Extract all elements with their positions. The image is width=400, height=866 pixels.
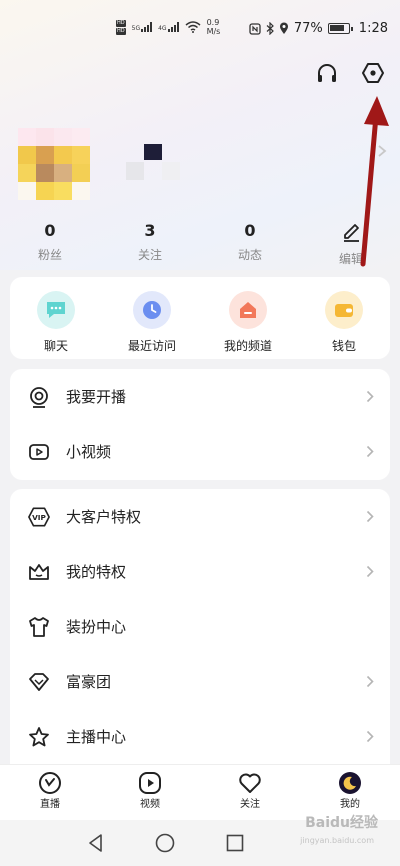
pencil-icon bbox=[344, 224, 359, 242]
chevron-right-icon[interactable] bbox=[376, 144, 388, 158]
chevron-right-icon bbox=[366, 390, 374, 403]
video-icon bbox=[28, 441, 50, 463]
signal-icon bbox=[141, 22, 153, 32]
chevron-right-icon bbox=[366, 675, 374, 688]
quick-action-chat[interactable]: 聊天 bbox=[16, 291, 96, 354]
hd-badge: HD bbox=[116, 19, 126, 27]
menu-item-vip[interactable]: VIP 大客户特权 bbox=[10, 489, 390, 544]
network-speed: 0.9 M/s bbox=[206, 18, 221, 36]
shirt-icon bbox=[28, 616, 50, 638]
stat-label: 粉丝 bbox=[37, 248, 62, 262]
location-icon bbox=[279, 22, 288, 34]
edit-profile-button[interactable]: 编辑 bbox=[326, 220, 376, 268]
edit-label: 编辑 bbox=[338, 252, 363, 266]
menu-item-label: 主播中心 bbox=[66, 728, 127, 746]
menu-item-rich-group[interactable]: 富豪团 bbox=[10, 654, 390, 709]
menu-item-label: 小视频 bbox=[66, 443, 112, 461]
nfc-icon bbox=[249, 22, 261, 35]
menu-item-privileges[interactable]: 我的特权 bbox=[10, 544, 390, 599]
chevron-right-icon bbox=[366, 510, 374, 523]
star-icon bbox=[28, 726, 50, 748]
clock-time: 1:28 bbox=[358, 21, 388, 36]
recents-icon[interactable] bbox=[224, 832, 246, 854]
stat-value: 0 bbox=[44, 221, 56, 240]
nav-label: 我的 bbox=[340, 799, 360, 810]
broadcast-icon bbox=[28, 386, 50, 408]
header-actions bbox=[314, 60, 386, 86]
menu-group-1: 我要开播 小视频 bbox=[10, 369, 390, 480]
menu-item-broadcast[interactable]: 我要开播 bbox=[10, 369, 390, 424]
bluetooth-icon bbox=[266, 22, 274, 35]
wallet-icon bbox=[325, 291, 363, 329]
nav-live[interactable]: 直播 bbox=[20, 771, 80, 811]
battery-icon bbox=[327, 23, 353, 34]
battery-percent: 77% bbox=[293, 21, 323, 36]
menu-item-label: 我的特权 bbox=[66, 563, 127, 581]
watermark: Baidu经验 bbox=[305, 815, 378, 831]
settings-icon[interactable] bbox=[360, 60, 386, 86]
nav-video[interactable]: 视频 bbox=[120, 771, 180, 811]
crown-icon bbox=[28, 561, 50, 583]
diamond-icon bbox=[28, 671, 50, 693]
back-icon[interactable] bbox=[85, 832, 107, 854]
chevron-right-icon bbox=[366, 445, 374, 458]
menu-group-2: VIP 大客户特权 我的特权 装扮中心 富豪团 主播中心 bbox=[10, 489, 390, 764]
nav-label: 直播 bbox=[40, 799, 60, 810]
chevron-right-icon bbox=[366, 730, 374, 743]
avatar[interactable] bbox=[18, 128, 90, 200]
nav-label: 关注 bbox=[240, 799, 260, 810]
menu-item-short-video[interactable]: 小视频 bbox=[10, 424, 390, 479]
nav-mine[interactable]: 我的 bbox=[320, 771, 380, 811]
house-icon bbox=[229, 291, 267, 329]
live-icon bbox=[38, 771, 62, 795]
nav-label: 视频 bbox=[140, 799, 160, 810]
nickname-pixelated bbox=[126, 144, 186, 180]
stat-posts[interactable]: 0 动态 bbox=[210, 220, 290, 264]
quick-action-recent[interactable]: 最近访问 bbox=[112, 291, 192, 354]
menu-item-anchor-center[interactable]: 主播中心 bbox=[10, 709, 390, 764]
stat-value: 3 bbox=[144, 221, 156, 240]
quick-action-wallet[interactable]: 钱包 bbox=[304, 291, 384, 354]
menu-item-label: 我要开播 bbox=[66, 388, 127, 406]
nav-follow[interactable]: 关注 bbox=[220, 771, 280, 811]
chat-icon bbox=[37, 291, 75, 329]
stat-label: 关注 bbox=[137, 248, 162, 262]
wifi-icon bbox=[185, 21, 201, 33]
quick-action-label: 钱包 bbox=[331, 339, 356, 353]
clock-icon bbox=[133, 291, 171, 329]
menu-item-label: 富豪团 bbox=[66, 673, 112, 691]
watermark-url: jingyan.baidu.com bbox=[300, 836, 374, 845]
home-icon[interactable] bbox=[154, 832, 176, 854]
stats-row: 0 粉丝 3 关注 0 动态 编辑 bbox=[0, 220, 400, 270]
status-bar: HD HD 5G 4G 0.9 M/s 77% 1:28 bbox=[0, 0, 400, 56]
quick-action-label: 我的频道 bbox=[223, 339, 272, 353]
stat-label: 动态 bbox=[237, 248, 262, 262]
stat-fans[interactable]: 0 粉丝 bbox=[10, 220, 90, 264]
menu-item-label: 装扮中心 bbox=[66, 618, 127, 636]
stat-value: 0 bbox=[244, 221, 256, 240]
play-icon bbox=[138, 771, 162, 795]
network-type: 4G bbox=[158, 25, 167, 32]
headphones-icon[interactable] bbox=[314, 60, 340, 86]
menu-item-label: 大客户特权 bbox=[66, 508, 142, 526]
menu-item-dressup[interactable]: 装扮中心 bbox=[10, 599, 390, 654]
quick-action-label: 最近访问 bbox=[127, 339, 176, 353]
quick-action-channel[interactable]: 我的频道 bbox=[208, 291, 288, 354]
quick-actions-card: 聊天 最近访问 我的频道 钱包 bbox=[10, 277, 390, 359]
profile-moon-icon bbox=[338, 771, 362, 795]
chevron-right-icon bbox=[366, 565, 374, 578]
network-type: 5G bbox=[131, 25, 141, 32]
quick-action-label: 聊天 bbox=[43, 339, 68, 353]
heart-icon bbox=[238, 771, 262, 795]
stat-following[interactable]: 3 关注 bbox=[110, 220, 190, 264]
hd-badge: HD bbox=[116, 27, 126, 35]
svg-text:VIP: VIP bbox=[32, 513, 46, 522]
vip-icon: VIP bbox=[28, 506, 50, 528]
signal-icon bbox=[167, 22, 179, 32]
